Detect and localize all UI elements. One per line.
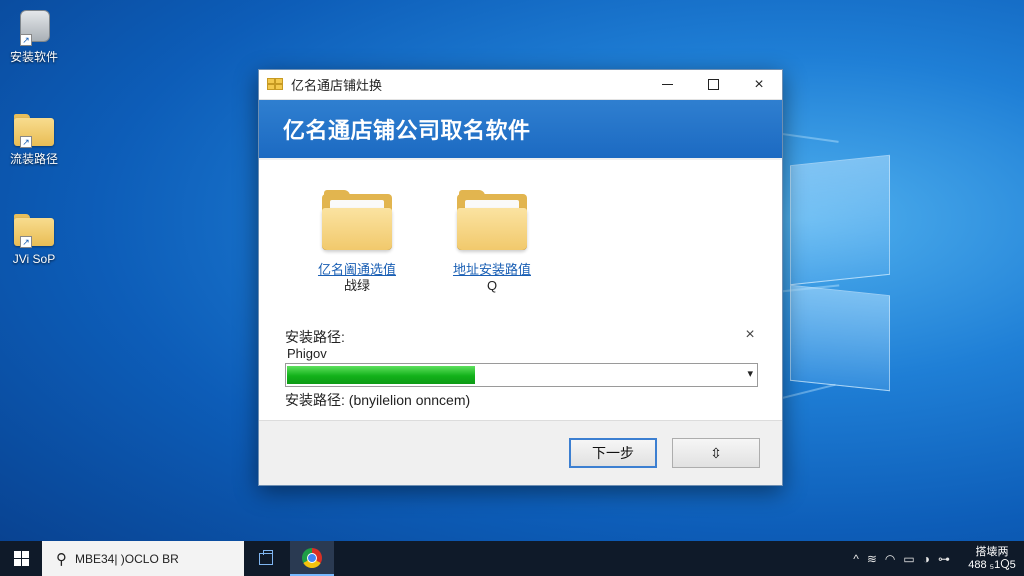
input-method-icon[interactable]: ⊶ [938, 552, 950, 566]
desktop-icon-label: 流装路径 [9, 152, 58, 166]
window-title: 亿名通店铺灶换 [291, 78, 383, 93]
battery-icon[interactable]: ▭ [903, 552, 914, 566]
taskbar-chrome-button[interactable] [290, 541, 334, 576]
wifi-icon[interactable]: ◠ [885, 552, 895, 566]
secondary-button[interactable]: ⇳ [672, 438, 760, 468]
folder-link-1[interactable]: 亿名阖通选值 [297, 262, 417, 278]
install-path-label: 安装路径: [285, 329, 345, 345]
folder-tile-2[interactable]: 地址安装路值 Q [432, 190, 552, 294]
task-view-icon [259, 549, 273, 565]
close-button[interactable]: × [736, 70, 782, 100]
folder-icon: ↗ [14, 112, 54, 148]
folder-link-2[interactable]: 地址安装路值 [432, 262, 552, 278]
minimize-button[interactable] [644, 70, 690, 100]
clock-line-2: 488 ₅1Ⴍ5 [968, 558, 1016, 571]
app-icon [267, 77, 285, 92]
windows-start-icon [13, 551, 29, 566]
system-tray: ^ ≋ ◠ ▭ ◑ ⊶ 搭壊两 488 ₅1Ⴍ5 [849, 541, 1024, 576]
clock-line-1: 搭壊两 [975, 545, 1009, 558]
folder-tile-1[interactable]: 亿名阖通选值 战绿 [297, 190, 417, 294]
install-path-value: Phigov [287, 346, 327, 361]
disk-icon: ↗ [14, 10, 54, 46]
installer-dialog: 亿名通店铺灶换 × 亿名通店铺公司取名软件 亿名阖通选值 战绿 地址安装路值 Q… [258, 69, 783, 486]
folder-sub-2: Q [486, 278, 498, 293]
next-button[interactable]: 下一步 [569, 438, 657, 468]
desktop-icon-install-path[interactable]: ↗ 流装路径 [4, 112, 64, 166]
folder-icon: ↗ [14, 212, 54, 248]
folder-icon [322, 190, 392, 250]
folder-icon [457, 190, 527, 250]
taskbar-search-box[interactable]: ⚲ MBE34| )OCLO BR [42, 541, 244, 576]
install-status-text: 安装路径: (bnyilelion onncem) [285, 392, 471, 408]
clear-path-icon[interactable]: × [743, 326, 757, 344]
windows-logo-background [790, 154, 894, 392]
start-button[interactable] [0, 541, 42, 576]
desktop-icon-label: 安装软件 [9, 50, 58, 64]
folder-sub-1: 战绿 [343, 278, 370, 293]
desktop-icon-jvi-sop[interactable]: ↗ JVi SoP [4, 212, 64, 266]
taskbar: ⚲ MBE34| )OCLO BR ^ ≋ ◠ ▭ ◑ ⊶ 搭壊两 488 ₅1… [0, 541, 1024, 576]
maximize-icon [707, 79, 719, 90]
chevron-down-icon[interactable]: ▾ [747, 367, 753, 380]
desktop-icon-install-software[interactable]: ↗ 安装软件 [4, 10, 64, 64]
minimize-icon [661, 84, 673, 85]
chrome-icon [302, 547, 322, 568]
show-hidden-icons-icon[interactable]: ^ [853, 552, 859, 566]
title-bar[interactable]: 亿名通店铺灶换 × [259, 70, 782, 100]
search-icon: ⚲ [56, 550, 67, 568]
taskbar-clock[interactable]: 搭壊两 488 ₅1Ⴍ5 [960, 546, 1024, 572]
maximize-button[interactable] [690, 70, 736, 100]
search-text: MBE34| )OCLO BR [75, 551, 179, 566]
volume-icon[interactable]: ◑ [923, 552, 930, 566]
install-progress-dropdown[interactable]: ▾ [285, 363, 758, 387]
network-icon[interactable]: ≋ [867, 552, 877, 566]
task-view-button[interactable] [244, 541, 288, 576]
dialog-heading: 亿名通店铺公司取名软件 [283, 118, 531, 143]
desktop-icon-label: JVi SoP [12, 252, 56, 266]
progress-fill [287, 366, 476, 384]
dialog-content: 亿名阖通选值 战绿 地址安装路值 Q 安装路径: × Phigov ▾ 安装路径… [259, 160, 782, 420]
header-band: 亿名通店铺公司取名软件 [259, 100, 782, 158]
close-icon: × [754, 75, 764, 93]
dialog-footer: 下一步 ⇳ [259, 420, 782, 485]
